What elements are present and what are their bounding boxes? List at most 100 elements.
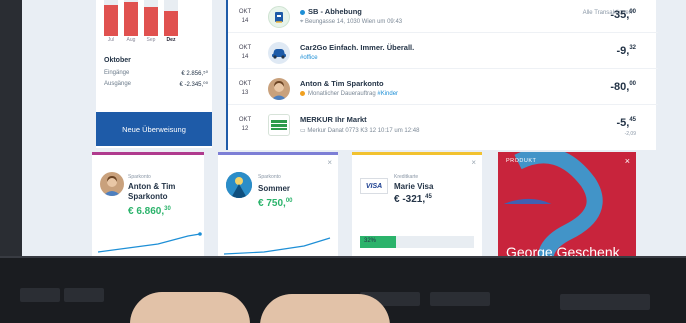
transaction-tag[interactable]: #office xyxy=(300,55,318,61)
card-accent-line xyxy=(352,152,482,155)
transaction-subtitle-text: Beungasse 14, 1030 Wien um 09:43 xyxy=(305,19,403,25)
account-type: Sparkonto xyxy=(258,174,281,180)
transaction-row[interactable]: OKT 13 Anton & Tim Sparkonto Monatlicher… xyxy=(228,72,658,105)
expense-label: Ausgänge xyxy=(104,81,132,87)
merkur-logo-icon xyxy=(268,114,290,136)
keyboard-key xyxy=(560,294,650,310)
chart-bar[interactable] xyxy=(104,0,118,36)
chart-bar-fill xyxy=(104,5,118,36)
balance-cents: 00 xyxy=(285,198,293,204)
date-day: 12 xyxy=(241,126,249,132)
account-name: Marie Visa xyxy=(394,182,434,191)
promo-card[interactable]: PRODUKT × xyxy=(498,152,636,204)
transaction-title: Car2Go Einfach. Immer. Überall. xyxy=(300,43,415,52)
transaction-title-text: SB - Abhebung xyxy=(308,7,362,16)
date-month: OKT xyxy=(238,9,252,15)
chart-month-label: Aug xyxy=(126,37,136,43)
balance-main: € 750, xyxy=(258,198,286,209)
transaction-amount: -5,45 xyxy=(616,117,636,129)
transaction-subtitle: ▭ Merkur Danat 0773 K3 12 10:17 um 12:48 xyxy=(300,127,419,134)
visa-card-icon: VISA xyxy=(360,178,388,194)
chart-bar[interactable] xyxy=(124,0,138,36)
transaction-date: OKT 12 xyxy=(236,116,254,134)
overview-title: Oktober xyxy=(104,57,131,64)
account-card-sommer[interactable]: Sparkonto Sommer € 750,00 × xyxy=(218,152,338,262)
date-day: 13 xyxy=(241,90,249,96)
account-balance: € -321,45 xyxy=(394,194,432,205)
monthly-bar-chart xyxy=(104,0,204,36)
transaction-subtitle: Monatlicher Dauerauftrag #Kinder xyxy=(300,91,398,97)
income-row: Eingänge € 2.856,⁵⁰ xyxy=(104,70,208,77)
transaction-date: OKT 14 xyxy=(236,44,254,62)
date-month: OKT xyxy=(238,117,252,123)
account-balance: € 750,00 xyxy=(258,198,293,209)
car-icon xyxy=(268,42,290,64)
chart-bar[interactable] xyxy=(144,0,158,36)
account-card-marie-visa[interactable]: VISA Kreditkarte Marie Visa € -321,45 × … xyxy=(352,152,482,262)
transaction-amount: -80,00 xyxy=(610,81,636,93)
keyboard-key xyxy=(430,292,490,306)
transaction-date: OKT 14 xyxy=(236,8,254,26)
keyboard-key xyxy=(20,288,60,302)
chart-month-label: Jul xyxy=(107,37,115,43)
card-accent-line xyxy=(92,152,204,155)
chart-month-label: Sep xyxy=(146,37,156,43)
transaction-title: Anton & Tim Sparkonto xyxy=(300,79,384,88)
transaction-subtitle: ⌖ Beungasse 14, 1030 Wien um 09:43 xyxy=(300,19,402,26)
close-icon[interactable]: × xyxy=(625,156,630,166)
status-dot-icon xyxy=(300,9,305,15)
account-balance: € 6.860,30 xyxy=(128,206,171,217)
transaction-amount: -9,32 xyxy=(616,45,636,57)
chart-month-labels: Jul Aug Sep Dez xyxy=(104,37,178,43)
date-month: OKT xyxy=(238,81,252,87)
account-name: Anton & Tim Sparkonto xyxy=(128,182,176,201)
transaction-subtitle-text: Merkur Danat 0773 K3 12 10:17 um 12:48 xyxy=(307,128,420,134)
balance-trend-line xyxy=(98,232,202,253)
amount-cents: 45 xyxy=(629,117,636,123)
chart-month-label: Dez xyxy=(166,37,176,43)
transaction-row[interactable]: OKT 14 Car2Go Einfach. Immer. Überall. #… xyxy=(228,36,658,69)
account-avatar xyxy=(100,172,124,196)
account-type: Sparkonto xyxy=(128,174,151,180)
amount-main: -80, xyxy=(610,81,630,93)
balance-cents: 45 xyxy=(425,194,432,200)
amount-cents: 00 xyxy=(629,81,636,87)
promo-label: PRODUKT xyxy=(506,158,537,164)
income-label: Eingänge xyxy=(104,70,130,76)
transaction-sub-amount: -2,09 xyxy=(624,131,636,137)
laptop-screen: Jul Aug Sep Dez Oktober Eingänge € 2.856,⁵⁰… xyxy=(22,0,686,270)
chart-bar-fill xyxy=(164,10,178,36)
date-month: OKT xyxy=(238,45,252,51)
chart-bar-fill xyxy=(124,1,138,36)
card-accent-line xyxy=(218,152,338,155)
transaction-tag[interactable]: #Kinder xyxy=(377,91,398,97)
transaction-row[interactable]: OKT 14 SB - Abhebung ⌖ Beungasse 14, 103… xyxy=(228,0,658,33)
amount-cents: 32 xyxy=(629,45,636,51)
avatar-photo-icon xyxy=(268,78,290,100)
bank-logo-icon xyxy=(268,6,290,28)
laptop-bezel xyxy=(0,0,22,270)
close-icon[interactable]: × xyxy=(471,158,476,167)
right-hand xyxy=(260,294,390,323)
close-icon[interactable]: × xyxy=(327,158,332,167)
balance-trend-line xyxy=(224,237,331,255)
transaction-title: MERKUR Ihr Markt xyxy=(300,115,367,124)
amount-cents: 00 xyxy=(629,9,636,15)
amount-main: -5, xyxy=(616,117,630,129)
transactions-panel: Alle Transaktionen OKT 14 SB - Abhebung … xyxy=(226,0,658,150)
date-day: 14 xyxy=(241,18,249,24)
new-transfer-button[interactable]: Neue Überweisung xyxy=(96,112,212,146)
transaction-date: OKT 13 xyxy=(236,80,254,98)
balance-main: € 6.860, xyxy=(128,206,165,217)
balance-main: € -321, xyxy=(394,194,426,205)
date-day: 14 xyxy=(241,54,249,60)
transaction-row[interactable]: OKT 12 MERKUR Ihr Markt ▭ Merkur Danat 0… xyxy=(228,108,658,141)
income-value: € 2.856,⁵⁰ xyxy=(181,71,208,77)
chart-bar[interactable] xyxy=(164,0,178,36)
expense-value: € -2.345,⁰⁰ xyxy=(179,82,209,88)
expense-row: Ausgänge € -2.345,⁰⁰ xyxy=(104,81,208,88)
transaction-subtitle-text: Monatlicher Dauerauftrag xyxy=(308,91,376,98)
left-hand xyxy=(130,292,250,323)
account-card-anton-tim[interactable]: Sparkonto Anton & Tim Sparkonto € 6.860,… xyxy=(92,152,204,262)
amount-main: -9, xyxy=(616,45,630,57)
